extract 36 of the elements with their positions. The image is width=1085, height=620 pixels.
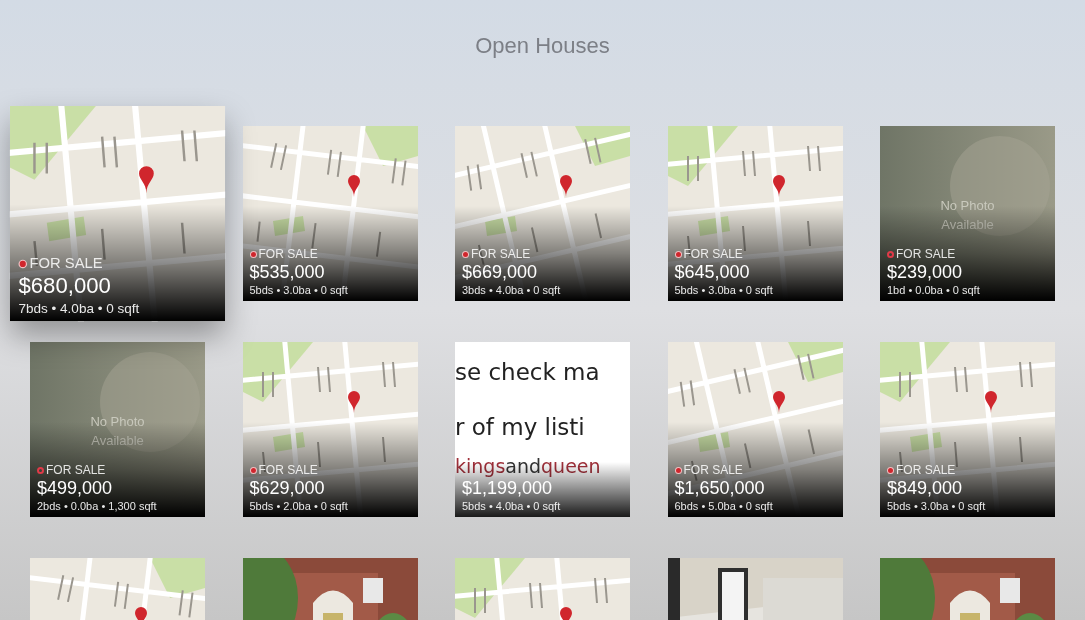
status-label: FOR SALE xyxy=(29,254,103,272)
price: $239,000 xyxy=(887,261,964,283)
status-label: FOR SALE xyxy=(896,463,956,477)
status-label: FOR SALE xyxy=(683,247,743,261)
status-label: FOR SALE xyxy=(683,463,743,477)
listing-details: 7bds • 4.0ba • 0 sqft xyxy=(18,299,141,317)
price: $669,000 xyxy=(462,261,539,283)
price: $1,650,000 xyxy=(674,477,766,499)
listing-details: 5bds • 3.0ba • 0 sqft xyxy=(249,283,349,298)
listing-details: 5bds • 2.0ba • 0 sqft xyxy=(249,499,349,514)
status-label: FOR SALE xyxy=(471,247,531,261)
no-photo-label: No Photo Available xyxy=(89,413,146,450)
status-label: FOR SALE xyxy=(896,247,956,261)
listing-details: 5bds • 3.0ba • 0 sqft xyxy=(674,283,774,298)
price: $535,000 xyxy=(249,261,326,283)
listing-details: 3bds • 4.0ba • 0 sqft xyxy=(462,283,562,298)
document-text: se check ma xyxy=(455,358,601,387)
document-text: r of my listi xyxy=(455,413,586,442)
price: $629,000 xyxy=(249,477,326,499)
listing-details: 2bds • 0.0ba • 1,300 sqft xyxy=(37,499,158,514)
document-text: kingsandqueen xyxy=(455,455,602,477)
status-label: FOR SALE xyxy=(258,247,318,261)
price: $1,199,000 xyxy=(462,477,554,499)
listing-details: 5bds • 4.0ba • 0 sqft xyxy=(462,499,562,514)
price: $849,000 xyxy=(887,477,964,499)
listing-card[interactable]: se check ma r of my listi kingsandqueen $1,199,000 5bds • 4.0ba • 0 sqft xyxy=(455,342,630,517)
price: $645,000 xyxy=(674,261,751,283)
price: $499,000 xyxy=(37,477,114,499)
status-label: FOR SALE xyxy=(258,463,318,477)
listing-details: 6bds • 5.0ba • 0 sqft xyxy=(674,499,774,514)
no-photo-label: No Photo Available xyxy=(939,197,996,234)
price: $680,000 xyxy=(18,272,112,299)
status-label: FOR SALE xyxy=(46,463,106,477)
listing-details: 1bd • 0.0ba • 0 sqft xyxy=(887,283,981,298)
page-title: Open Houses xyxy=(475,32,610,60)
listing-details: 5bds • 3.0ba • 0 sqft xyxy=(887,499,987,514)
